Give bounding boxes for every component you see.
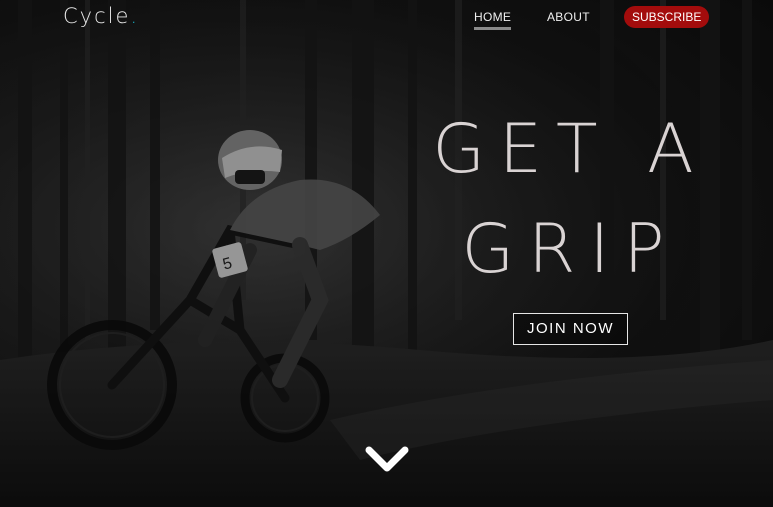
brand-logo[interactable]: Cycle. [63,4,139,28]
brand-name: Cycle [63,4,131,28]
subscribe-button[interactable]: SUBSCRIBE [624,6,710,28]
hero-section: 5 Cycle. HOME ABOUT SUBSCRIBE GET A GRIP… [0,0,773,507]
hero-headline: GET A GRIP [420,100,720,300]
headline-line-1: GET A [432,110,708,189]
join-now-button[interactable]: JOIN NOW [513,313,628,345]
top-nav: Cycle. HOME ABOUT SUBSCRIBE [0,0,773,34]
headline-line-2: GRIP [461,210,679,289]
chevron-down-icon[interactable] [363,442,411,476]
brand-dot: . [130,4,140,28]
nav-about-link[interactable]: ABOUT [547,10,590,24]
nav-home-link[interactable]: HOME [474,10,512,30]
